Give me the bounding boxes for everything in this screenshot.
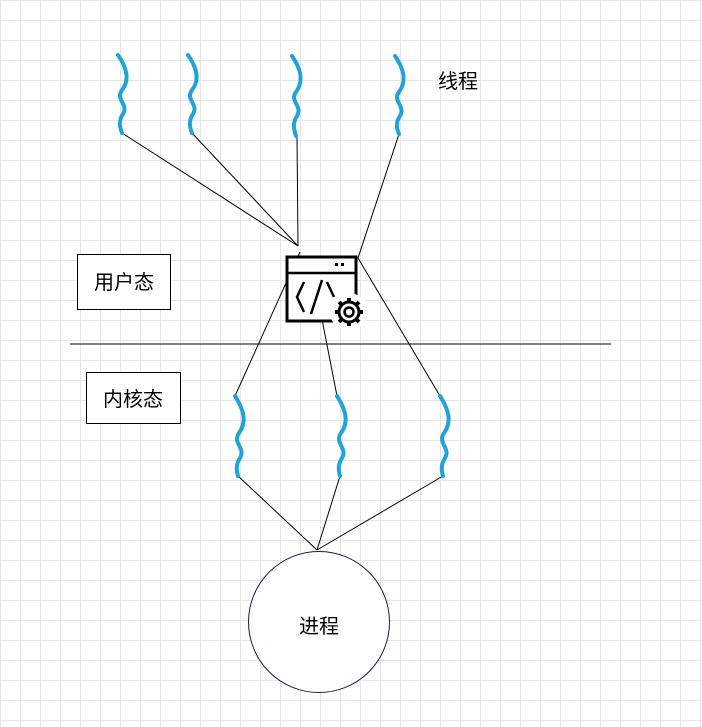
user-mode-label: 用户态 bbox=[94, 270, 154, 294]
connection-process-1 bbox=[237, 475, 318, 551]
user-thread-connections bbox=[121, 132, 400, 259]
code-window-gear-icon bbox=[285, 255, 368, 331]
connection-user-thread-4 bbox=[357, 133, 400, 259]
kernel-threads bbox=[233, 394, 451, 478]
process-label: 进程 bbox=[299, 614, 339, 638]
diagram-canvas: 线程 用户态 内核态 进程 bbox=[70, 53, 611, 693]
user-threads bbox=[116, 53, 406, 138]
connection-kernel-thread-3 bbox=[357, 257, 441, 397]
user-thread-4-wave bbox=[393, 54, 406, 136]
kernel-thread-3-wave bbox=[438, 394, 451, 478]
connection-user-thread-2 bbox=[191, 132, 299, 247]
kernel-thread-1-wave bbox=[233, 394, 246, 478]
window-dot-2 bbox=[341, 263, 344, 266]
thread-label: 线程 bbox=[438, 69, 478, 93]
kernel-mode-box: 内核态 bbox=[86, 372, 181, 424]
user-thread-2-wave bbox=[186, 53, 199, 135]
process-node: 进程 bbox=[248, 551, 390, 693]
connection-user-thread-1 bbox=[121, 132, 299, 247]
process-connections bbox=[237, 475, 444, 551]
kernel-mode-label: 内核态 bbox=[103, 387, 163, 411]
kernel-thread-2-wave bbox=[335, 394, 348, 478]
user-mode-box: 用户态 bbox=[77, 254, 171, 310]
connection-user-thread-3 bbox=[296, 135, 299, 247]
window-dot-1 bbox=[335, 263, 338, 266]
connection-process-3 bbox=[316, 475, 444, 551]
user-thread-3-wave bbox=[290, 54, 303, 138]
user-thread-1-wave bbox=[116, 53, 129, 135]
